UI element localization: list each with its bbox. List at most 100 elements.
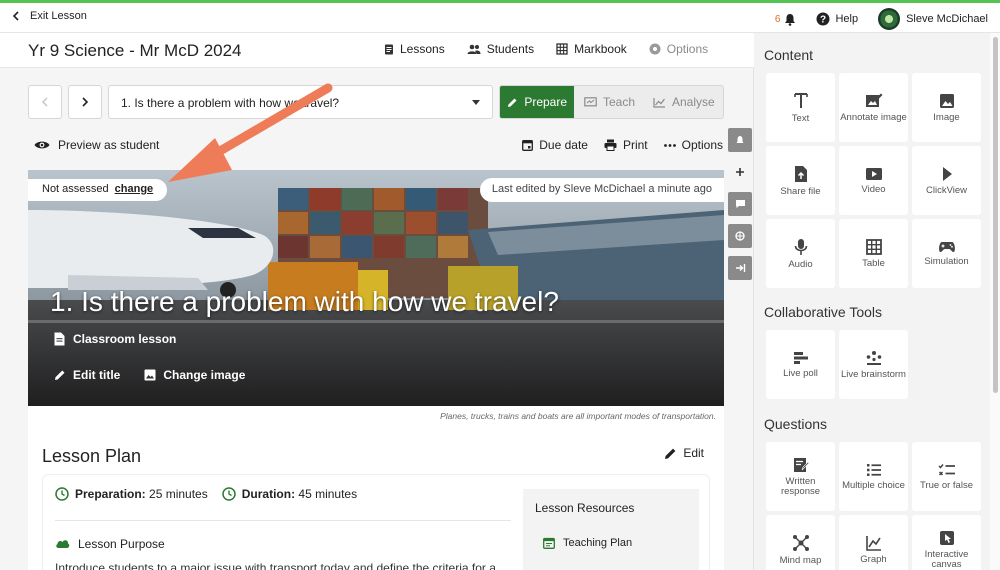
scrollbar-thumb[interactable] — [993, 37, 998, 393]
due-date-button[interactable]: Due date — [522, 138, 588, 152]
content-tile-simulation[interactable]: Simulation — [912, 219, 981, 288]
mode-switcher: Prepare Teach Analyse — [499, 85, 724, 119]
comments-button[interactable] — [728, 192, 752, 216]
lesson-resources: Lesson Resources Teaching Plan — [523, 489, 699, 570]
clock-icon — [55, 487, 69, 501]
accessibility-toggle-button[interactable] — [728, 128, 752, 152]
upload-file-icon — [794, 165, 807, 182]
target-button[interactable] — [728, 224, 752, 248]
nav-options-label: Options — [666, 42, 709, 56]
play-icon — [942, 166, 952, 181]
duration-time: Duration: 45 minutes — [221, 487, 357, 501]
nav-markbook-label: Markbook — [574, 42, 627, 56]
more-horizontal-icon — [663, 143, 676, 147]
print-button[interactable]: Print — [604, 138, 648, 152]
mode-analyse[interactable]: Analyse — [645, 86, 723, 118]
lesson-durations: Preparation: 25 minutes Duration: 45 min… — [55, 487, 357, 501]
content-tile-annotate-image[interactable]: Annotate image — [839, 73, 908, 142]
help-button[interactable]: ? Help — [816, 12, 858, 26]
plus-icon — [736, 168, 744, 176]
question-tile-interactive-canvas[interactable]: Interactive canvas — [912, 515, 981, 570]
nav-markbook[interactable]: Markbook — [556, 42, 627, 56]
nav-lessons[interactable]: Lessons — [384, 42, 445, 56]
tile-label: True or false — [920, 479, 973, 491]
edit-plan-button[interactable]: Edit — [664, 446, 704, 460]
table-icon — [865, 238, 882, 255]
content-tile-share-file[interactable]: Share file — [766, 146, 835, 215]
tile-label: Interactive canvas — [924, 548, 969, 570]
question-tile-written-response[interactable]: Written response — [766, 442, 835, 511]
course-title: Yr 9 Science - Mr McD 2024 — [28, 41, 242, 60]
assessment-status: Not assessed change — [28, 179, 168, 201]
hero-actions: Edit title Change image — [54, 368, 245, 382]
next-lesson-button[interactable] — [68, 85, 102, 119]
edit-title-button[interactable]: Edit title — [54, 368, 120, 382]
content-tile-text[interactable]: Text — [766, 73, 835, 142]
content-tile-clickview[interactable]: ClickView — [912, 146, 981, 215]
lesson-purpose-heading: Lesson Purpose — [55, 537, 165, 551]
content-tile-image[interactable]: Image — [912, 73, 981, 142]
tile-label: Live poll — [783, 367, 818, 379]
user-menu[interactable]: Sleve McDichael — [878, 8, 988, 30]
lesson-purpose-label: Lesson Purpose — [78, 537, 165, 551]
preview-as-student-button[interactable]: Preview as student — [34, 138, 159, 152]
true-false-icon — [937, 463, 955, 476]
content-section-title: Content — [764, 47, 814, 63]
pencil-icon — [508, 98, 517, 107]
text-icon — [793, 92, 808, 108]
question-tile-mind-map[interactable]: Mind map — [766, 515, 835, 570]
resource-item[interactable]: Teaching Plan — [543, 537, 632, 549]
change-assessment-link[interactable]: change — [115, 183, 154, 195]
panel-scrollbar[interactable] — [990, 33, 1000, 570]
chevron-left-icon — [41, 97, 48, 107]
notifications-button[interactable]: 6 — [775, 13, 797, 26]
mode-teach[interactable]: Teach — [574, 86, 644, 118]
document-icon — [385, 44, 393, 54]
bell-icon — [736, 136, 744, 143]
change-image-button[interactable]: Change image — [144, 368, 245, 382]
interactive-canvas-icon — [939, 530, 954, 545]
list-icon — [866, 463, 881, 476]
previous-lesson-button[interactable] — [28, 85, 62, 119]
crosshair-icon — [735, 231, 745, 241]
mode-analyse-label: Analyse — [672, 95, 715, 109]
collab-tile-live-poll[interactable]: Live poll — [766, 330, 835, 399]
content-tile-audio[interactable]: Audio — [766, 219, 835, 288]
nav-options[interactable]: Options — [649, 42, 708, 56]
collab-tile-live-brainstorm[interactable]: Live brainstorm — [839, 330, 908, 399]
help-icon: ? — [816, 12, 830, 26]
poll-icon — [793, 351, 808, 364]
written-response-icon — [793, 457, 809, 472]
line-chart-icon — [653, 97, 665, 108]
tile-label: Graph — [860, 553, 887, 565]
nav-students[interactable]: Students — [467, 42, 534, 56]
lesson-select[interactable]: 1. Is there a problem with how we travel… — [108, 85, 493, 119]
question-tile-graph[interactable]: Graph — [839, 515, 908, 570]
exit-lesson-label: Exit Lesson — [30, 10, 87, 22]
assessment-label: Not assessed — [42, 183, 109, 195]
svg-text:?: ? — [820, 15, 826, 26]
image-caption: Planes, trucks, trains and boats are all… — [28, 406, 724, 428]
help-label: Help — [835, 13, 859, 25]
cloud-icon — [56, 540, 70, 548]
add-block-button[interactable] — [728, 160, 752, 184]
edit-plan-label: Edit — [683, 446, 704, 460]
duration-label: Duration: — [241, 487, 296, 501]
options-button[interactable]: Options — [663, 138, 723, 152]
main-area: Yr 9 Science - Mr McD 2024 Lessons Stude… — [0, 33, 754, 570]
chevron-left-icon — [12, 11, 19, 21]
lesson-purpose-text: Introduce students to a major issue with… — [55, 561, 496, 570]
tile-label: Multiple choice — [842, 479, 905, 491]
content-tile-table[interactable]: Table — [839, 219, 908, 288]
mode-prepare[interactable]: Prepare — [500, 86, 575, 118]
pencil-icon — [55, 370, 65, 380]
preparation-label: Preparation: — [75, 487, 146, 501]
content-tile-video[interactable]: Video — [839, 146, 908, 215]
question-tile-multiple-choice[interactable]: Multiple choice — [839, 442, 908, 511]
user-name: Sleve McDichael — [906, 13, 988, 25]
question-tile-true-or-false[interactable]: True or false — [912, 442, 981, 511]
preparation-value: 25 minutes — [149, 487, 208, 501]
collapse-panel-button[interactable] — [728, 256, 752, 280]
arrow-right-bar-icon — [735, 264, 745, 272]
exit-lesson-button[interactable]: Exit Lesson — [12, 10, 87, 22]
